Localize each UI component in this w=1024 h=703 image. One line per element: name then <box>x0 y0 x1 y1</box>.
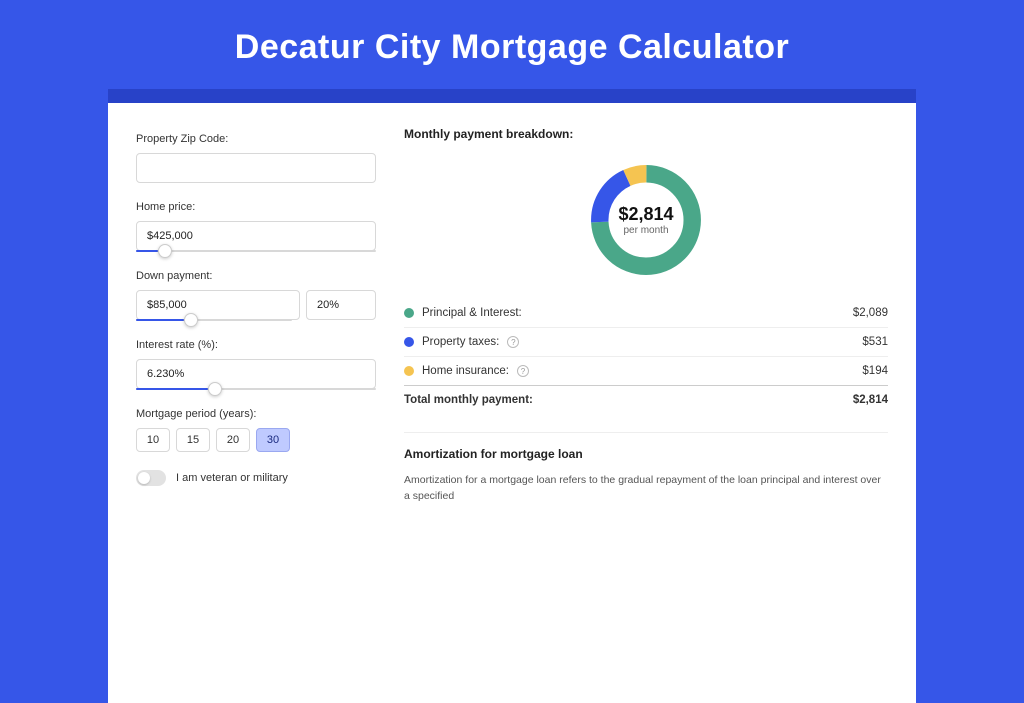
period-option-15[interactable]: 15 <box>176 428 210 452</box>
down-slider[interactable] <box>136 319 292 321</box>
dot-icon <box>404 366 414 376</box>
legend-value-total: $2,814 <box>853 394 888 406</box>
legend-value-tax: $531 <box>862 336 888 348</box>
info-icon[interactable]: ? <box>507 336 519 348</box>
period-option-30[interactable]: 30 <box>256 428 290 452</box>
dot-icon <box>404 308 414 318</box>
zip-label: Property Zip Code: <box>136 133 376 145</box>
price-input[interactable] <box>136 221 376 251</box>
price-field: Home price: <box>136 201 376 252</box>
veteran-toggle[interactable] <box>136 470 166 486</box>
amortization-text: Amortization for a mortgage loan refers … <box>404 473 888 505</box>
legend-value-pi: $2,089 <box>853 307 888 319</box>
legend-label-tax: Property taxes: <box>422 336 499 348</box>
rate-input[interactable] <box>136 359 376 389</box>
veteran-row: I am veteran or military <box>136 470 376 486</box>
donut-sub: per month <box>623 225 668 236</box>
donut-amount: $2,814 <box>618 204 673 225</box>
legend-label-total: Total monthly payment: <box>404 394 533 406</box>
down-field: Down payment: <box>136 270 376 321</box>
down-amount-input[interactable] <box>136 290 300 320</box>
rate-field: Interest rate (%): <box>136 339 376 390</box>
rate-label: Interest rate (%): <box>136 339 376 351</box>
info-icon[interactable]: ? <box>517 365 529 377</box>
donut-chart: $2,814 per month <box>585 159 707 281</box>
price-label: Home price: <box>136 201 376 213</box>
veteran-label: I am veteran or military <box>176 472 288 484</box>
zip-input[interactable] <box>136 153 376 183</box>
content-band: Property Zip Code: Home price: Down paym… <box>108 89 916 689</box>
donut-wrap: $2,814 per month <box>404 153 888 285</box>
legend-row-ins: Home insurance: ? $194 <box>404 356 888 385</box>
period-option-20[interactable]: 20 <box>216 428 250 452</box>
down-label: Down payment: <box>136 270 376 282</box>
period-field: Mortgage period (years): 10 15 20 30 <box>136 408 376 452</box>
calculator-card: Property Zip Code: Home price: Down paym… <box>108 103 916 703</box>
legend-row-tax: Property taxes: ? $531 <box>404 327 888 356</box>
legend-label-pi: Principal & Interest: <box>422 307 522 319</box>
zip-field: Property Zip Code: <box>136 133 376 183</box>
legend-label-ins: Home insurance: <box>422 365 509 377</box>
legend-row-total: Total monthly payment: $2,814 <box>404 385 888 414</box>
amortization-title: Amortization for mortgage loan <box>404 447 888 461</box>
down-percent-input[interactable] <box>306 290 376 320</box>
period-option-10[interactable]: 10 <box>136 428 170 452</box>
results-panel: Monthly payment breakdown: $2,814 per mo… <box>404 127 888 703</box>
period-label: Mortgage period (years): <box>136 408 376 420</box>
rate-slider[interactable] <box>136 388 376 390</box>
breakdown-title: Monthly payment breakdown: <box>404 127 888 141</box>
price-slider[interactable] <box>136 250 376 252</box>
legend: Principal & Interest: $2,089 Property ta… <box>404 299 888 414</box>
legend-row-pi: Principal & Interest: $2,089 <box>404 299 888 327</box>
amortization-section: Amortization for mortgage loan Amortizat… <box>404 432 888 505</box>
dot-icon <box>404 337 414 347</box>
page-title: Decatur City Mortgage Calculator <box>0 0 1024 89</box>
form-panel: Property Zip Code: Home price: Down paym… <box>136 127 376 703</box>
legend-value-ins: $194 <box>862 365 888 377</box>
